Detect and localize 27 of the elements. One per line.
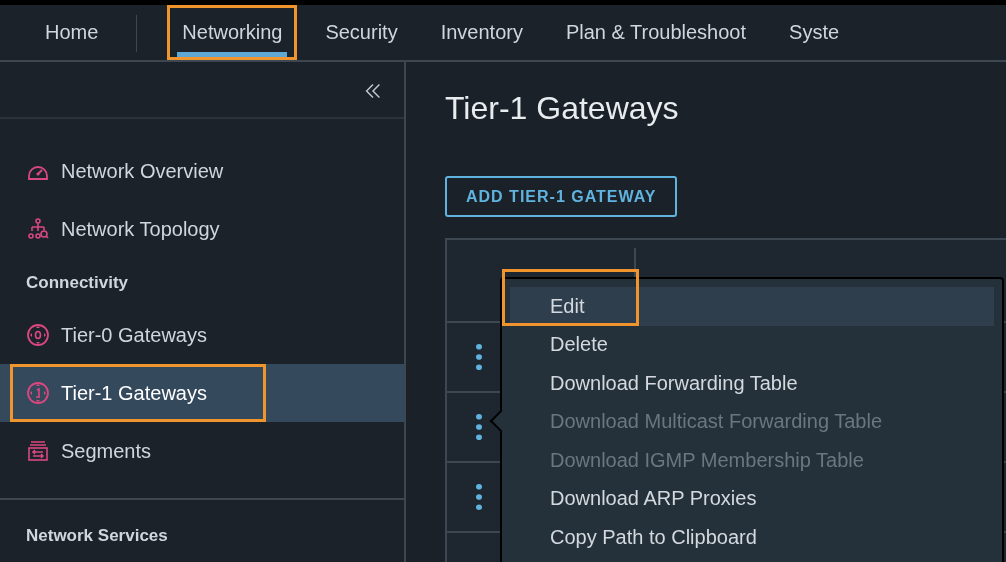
nav-tab[interactable]: Home — [30, 5, 114, 60]
add-gateway-button[interactable]: ADD TIER-1 GATEWAY — [445, 176, 678, 217]
gateway-icon — [26, 381, 50, 405]
gateway-icon — [26, 323, 50, 347]
nav-tab[interactable]: Security — [310, 5, 413, 60]
menu-item[interactable]: Edit — [510, 287, 994, 326]
kebab-icon — [476, 344, 482, 370]
nav-tab[interactable]: Plan & Troubleshoot — [550, 5, 762, 60]
sidebar-item[interactable]: Network Topology — [0, 200, 404, 258]
menu-item[interactable]: Download Forwarding Table — [510, 364, 994, 403]
menu-item[interactable]: Delete — [510, 325, 994, 364]
sidebar-item[interactable]: Network Overview — [0, 142, 404, 200]
kebab-icon — [476, 414, 482, 440]
sidebar-item[interactable]: Tier-0 Gateways — [0, 306, 404, 364]
nav-tab[interactable]: Syste — [774, 5, 855, 60]
menu-item[interactable]: Copy Path to Clipboard — [510, 518, 994, 557]
page-title: Tier-1 Gateways — [445, 90, 680, 127]
section-heading: Network Services — [25, 525, 169, 547]
nav-tab[interactable]: Networking — [167, 5, 298, 60]
segments-icon — [26, 439, 50, 463]
menu-item[interactable]: Download ARP Proxies — [510, 479, 994, 518]
sidebar-item[interactable]: Segments — [0, 422, 404, 480]
section-heading: Connectivity — [25, 272, 130, 294]
kebab-icon — [476, 484, 482, 510]
sidebar-item[interactable]: Tier-1 Gateways — [0, 364, 404, 422]
nav-tab[interactable]: Inventory — [425, 5, 538, 60]
topology-icon — [26, 217, 50, 241]
